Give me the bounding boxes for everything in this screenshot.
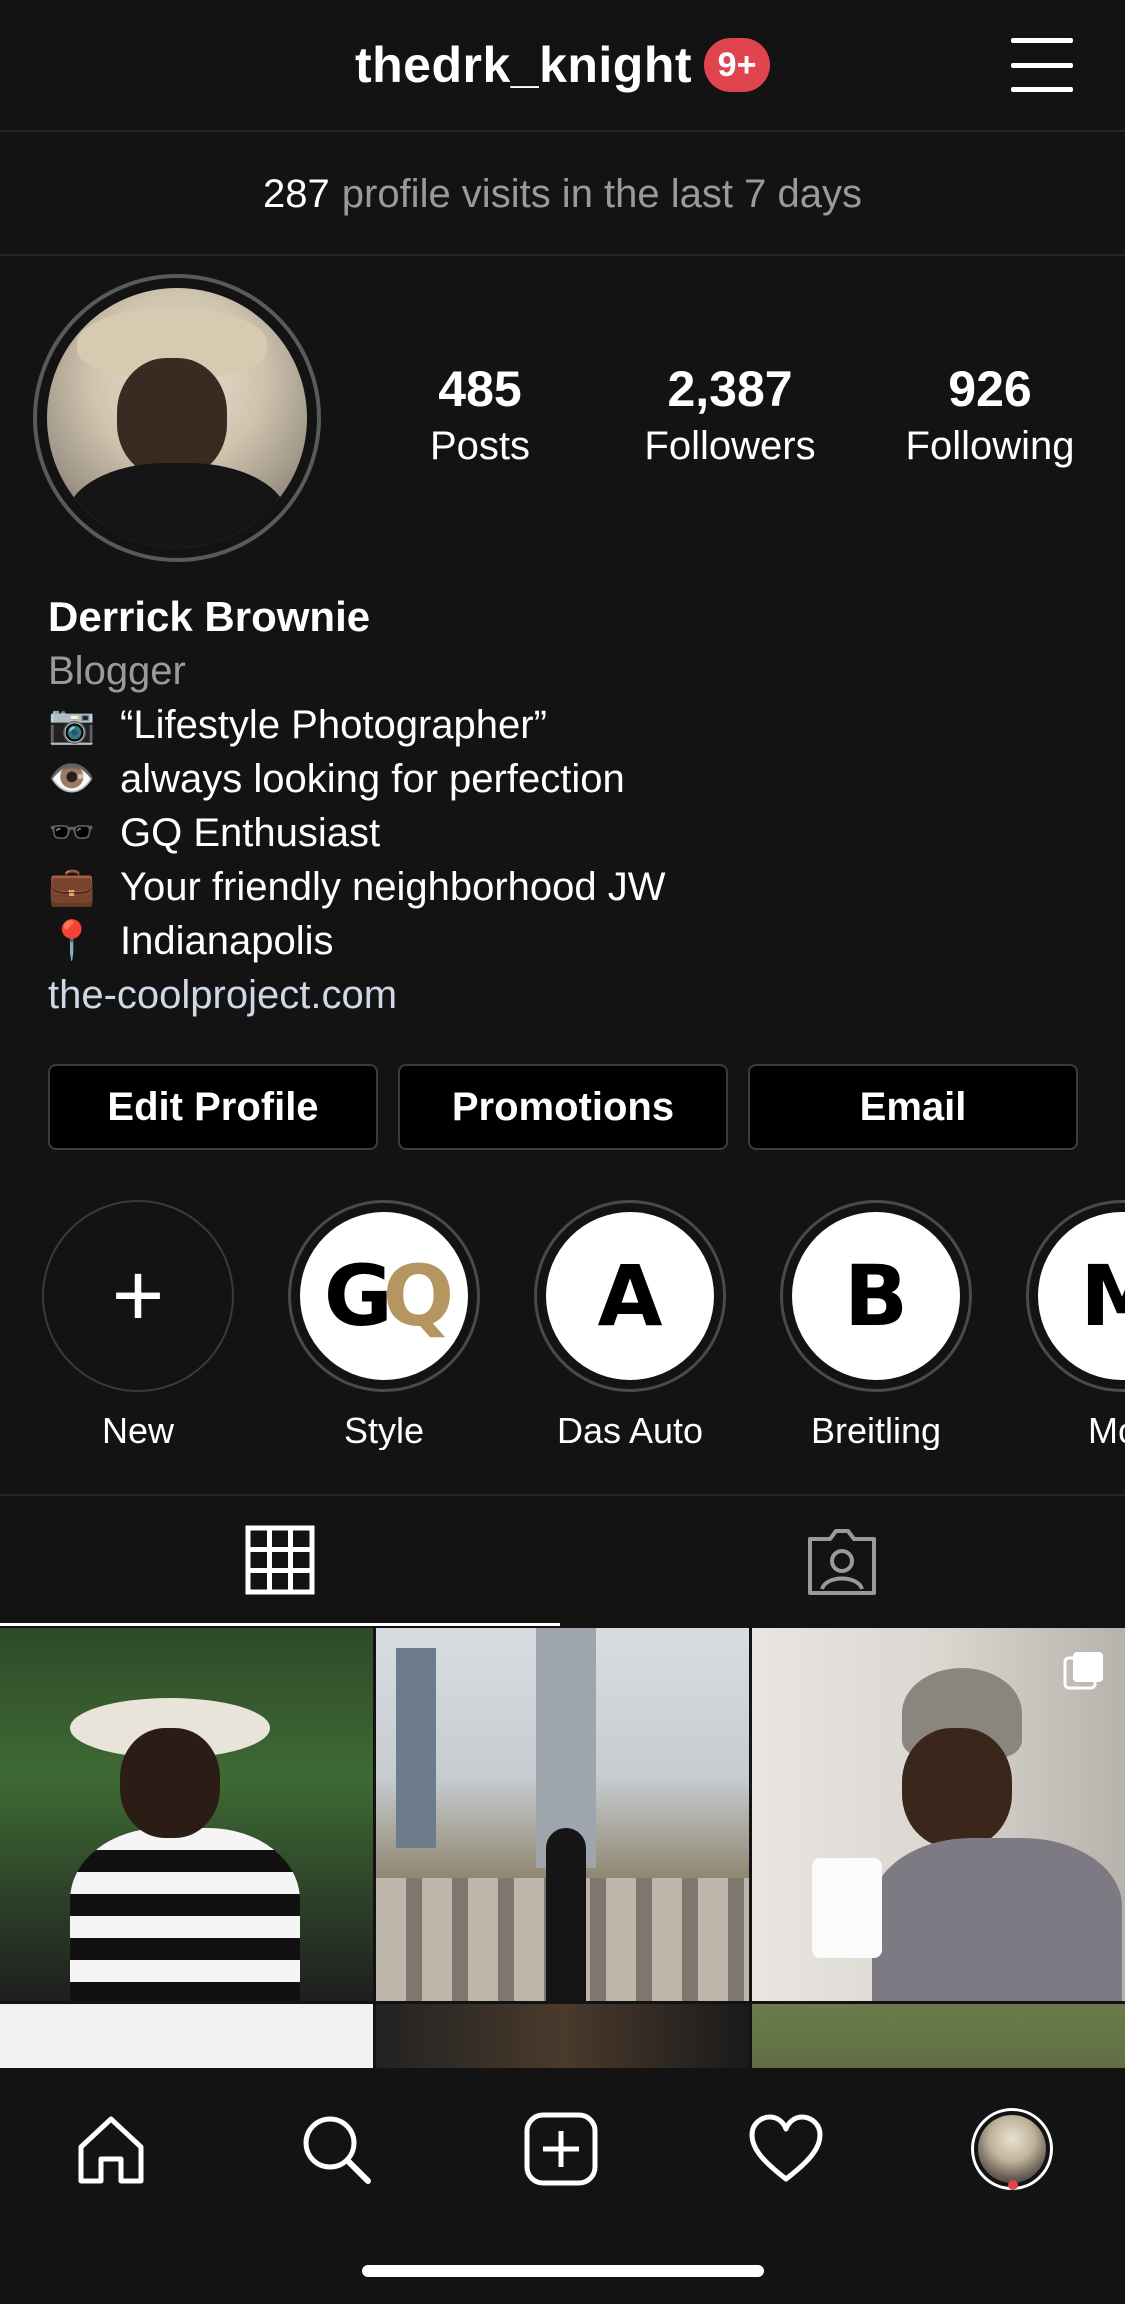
nav-search[interactable] [291, 2104, 381, 2194]
top-bar: thedrk_knight 9+ [0, 0, 1125, 132]
post-thumbnail[interactable] [376, 1628, 749, 2001]
highlight-das-auto[interactable]: A Das Auto [534, 1200, 726, 1450]
username-title[interactable]: thedrk_knight [355, 36, 692, 94]
hamburger-menu-icon[interactable] [1011, 38, 1073, 92]
post-thumbnail[interactable] [0, 1628, 373, 2001]
briefcase-icon: 💼 [48, 866, 96, 908]
multiple-photos-icon [1063, 1652, 1103, 1690]
followers-count: 2,387 [667, 361, 793, 417]
bio-line: 📍 Indianapolis [48, 914, 1088, 968]
bio-line: 🕶️ GQ Enthusiast [48, 806, 1088, 860]
post-thumbnail[interactable] [752, 1628, 1125, 2001]
posts-label: Posts [429, 424, 531, 468]
letter-m-logo: M [1038, 1212, 1125, 1380]
eye-icon: 👁️ [48, 758, 96, 800]
pin-icon: 📍 [48, 920, 96, 962]
add-post-icon [524, 2112, 598, 2186]
notification-badge[interactable]: 9+ [704, 38, 771, 92]
following-label: Following [905, 424, 1075, 468]
posts-count: 485 [438, 361, 522, 417]
website-link[interactable]: the-coolproject.com [48, 968, 1088, 1022]
highlight-label: Mov [1087, 1410, 1125, 1450]
tab-grid[interactable] [0, 1496, 560, 1626]
highlight-style[interactable]: GQ Style [288, 1200, 480, 1450]
post-thumbnail[interactable] [752, 2004, 1125, 2068]
profile-avatar-icon [971, 2108, 1053, 2190]
bio-text: GQ Enthusiast [120, 811, 381, 855]
bio-text: Indianapolis [120, 919, 334, 963]
highlight-label: Style [343, 1410, 425, 1450]
notification-dot [1008, 2180, 1018, 2190]
tab-tagged[interactable] [562, 1496, 1122, 1626]
profile-visits-bar[interactable]: 287 profile visits in the last 7 days [0, 134, 1125, 256]
posts-stat[interactable]: 485 Posts [380, 360, 580, 469]
highlight-circle: GQ [288, 1200, 480, 1392]
highlight-new[interactable]: + New [42, 1200, 234, 1450]
visits-text: profile visits in the last 7 days [341, 171, 862, 216]
letter-a-logo: A [546, 1212, 714, 1380]
post-thumbnail[interactable] [376, 2004, 749, 2068]
followers-stat[interactable]: 2,387 Followers [615, 360, 845, 469]
home-icon [78, 2116, 144, 2184]
sunglasses-icon: 🕶️ [48, 812, 96, 854]
following-count: 926 [948, 361, 1032, 417]
highlight-label: Breitling [810, 1410, 942, 1450]
highlight-label: New [101, 1410, 175, 1450]
letter-b-logo: B [792, 1212, 960, 1380]
nav-home[interactable] [66, 2104, 156, 2194]
grid-icon [245, 1525, 315, 1594]
highlight-label: Das Auto [556, 1410, 704, 1450]
post-grid [0, 1628, 1125, 2068]
post-thumbnail[interactable] [0, 2004, 373, 2068]
highlight-circle: M [1026, 1200, 1125, 1392]
bio-text: always looking for perfection [120, 757, 625, 801]
highlight-mov[interactable]: M Mov [1026, 1200, 1125, 1450]
profile-tabs [0, 1494, 1125, 1626]
bio-line: 👁️ always looking for perfection [48, 752, 1088, 806]
highlight-breitling[interactable]: B Breitling [780, 1200, 972, 1450]
home-indicator[interactable] [362, 2265, 764, 2277]
bio-line: 💼 Your friendly neighborhood JW [48, 860, 1088, 914]
bio-text: “Lifestyle Photographer” [120, 703, 547, 747]
highlight-circle: B [780, 1200, 972, 1392]
search-icon [303, 2116, 371, 2184]
nav-activity[interactable] [741, 2104, 831, 2194]
tagged-person-icon [808, 1529, 876, 1595]
new-highlight-circle: + [42, 1200, 234, 1392]
profile-avatar[interactable] [33, 274, 321, 562]
story-highlights: + New GQ Style A Das Auto B Breitling M … [40, 1200, 1125, 1450]
email-button[interactable]: Email [748, 1064, 1078, 1150]
nav-create[interactable] [516, 2104, 606, 2194]
profile-stats: 485 Posts 2,387 Followers 926 Following [380, 360, 1100, 469]
promotions-button[interactable]: Promotions [398, 1064, 728, 1150]
plus-icon: + [111, 1246, 165, 1346]
heart-icon [749, 2114, 823, 2182]
display-name: Derrick Brownie [48, 593, 371, 640]
gq-logo: GQ [300, 1212, 468, 1380]
followers-label: Followers [644, 424, 816, 468]
profile-bio: Derrick Brownie Blogger 📷 “Lifestyle Pho… [48, 590, 1088, 1022]
camera-icon: 📷 [48, 704, 96, 746]
profile-category: Blogger [48, 649, 186, 693]
bio-line: 📷 “Lifestyle Photographer” [48, 698, 1088, 752]
bio-text: Your friendly neighborhood JW [120, 865, 666, 909]
highlight-circle: A [534, 1200, 726, 1392]
edit-profile-button[interactable]: Edit Profile [48, 1064, 378, 1150]
profile-actions: Edit Profile Promotions Email [48, 1064, 1078, 1150]
following-stat[interactable]: 926 Following [880, 360, 1100, 469]
visits-count: 287 [263, 171, 330, 216]
profile-photo [47, 288, 307, 548]
